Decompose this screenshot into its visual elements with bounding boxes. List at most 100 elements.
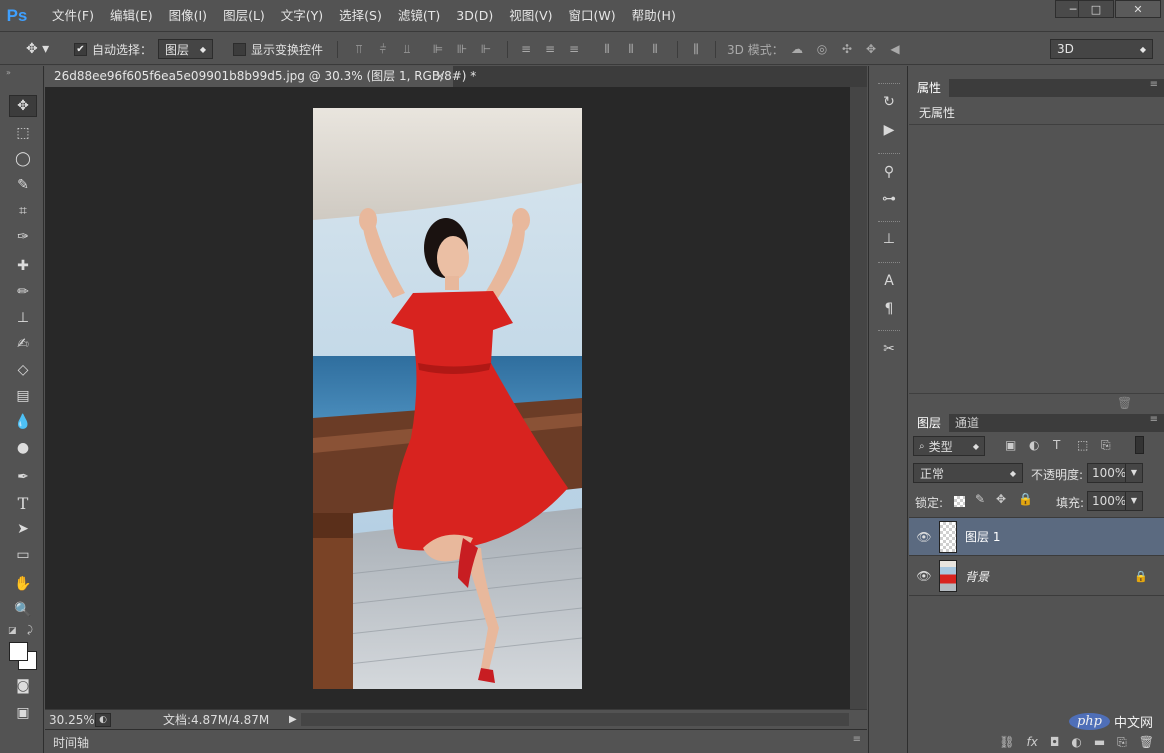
status-share-icon[interactable]: ◐ bbox=[95, 712, 111, 727]
filter-adjustment-icon[interactable]: ◐ bbox=[1029, 438, 1039, 452]
actions-play-icon[interactable]: ▶ bbox=[877, 119, 901, 141]
tab-channels[interactable]: 通道 bbox=[947, 414, 987, 432]
brush-presets-icon[interactable]: ⚲ bbox=[877, 161, 901, 183]
panel-menu-icon[interactable]: ≡ bbox=[1150, 414, 1158, 425]
distribute-vcenter-icon[interactable]: ≡ bbox=[543, 42, 557, 56]
move-tool-preset-icon[interactable]: ✥ ▾ bbox=[26, 33, 49, 65]
clone-stamp-tool-icon[interactable]: ⊥ bbox=[9, 307, 37, 329]
distribute-left-icon[interactable]: ⦀ bbox=[600, 42, 614, 56]
type-tool-icon[interactable]: T bbox=[9, 492, 37, 514]
new-layer-icon[interactable]: ⎘ bbox=[1117, 735, 1127, 750]
layer-name[interactable]: 背景 bbox=[965, 568, 989, 585]
healing-brush-tool-icon[interactable]: ✚ bbox=[9, 255, 37, 277]
auto-select-target-dropdown[interactable]: 图层 ◆ bbox=[158, 39, 213, 59]
tool-presets-icon[interactable]: ✂ bbox=[877, 338, 901, 360]
lasso-tool-icon[interactable]: ◯ bbox=[9, 148, 37, 170]
close-tab-icon[interactable]: × bbox=[435, 66, 445, 87]
quick-select-tool-icon[interactable]: ✎ bbox=[9, 174, 37, 196]
opacity-input[interactable]: 100% ▼ bbox=[1087, 463, 1143, 483]
collapse-icon[interactable]: » bbox=[6, 68, 11, 77]
layer-row-layer1[interactable]: 👁 图层 1 bbox=[909, 517, 1164, 556]
blur-tool-icon[interactable]: 💧 bbox=[9, 411, 37, 433]
filter-smart-object-icon[interactable]: ⎘ bbox=[1101, 438, 1111, 453]
foreground-color-swatch[interactable] bbox=[9, 642, 28, 661]
workspace-dropdown[interactable]: 3D ◆ bbox=[1050, 39, 1153, 59]
slide-3d-icon[interactable]: ✥ bbox=[864, 42, 878, 56]
panel-menu-icon[interactable]: ≡ bbox=[853, 734, 861, 745]
clone-source-icon[interactable]: ⊥ bbox=[877, 228, 901, 250]
menu-file[interactable]: 文件(F) bbox=[44, 0, 102, 32]
swap-colors-icon[interactable]: ⤸ bbox=[27, 625, 33, 636]
align-bottom-icon[interactable]: ⫫ bbox=[400, 42, 414, 56]
lock-transparent-icon[interactable] bbox=[954, 496, 965, 507]
menu-3d[interactable]: 3D(D) bbox=[448, 0, 501, 32]
auto-select-option[interactable]: ✔ 自动选择： bbox=[74, 33, 152, 65]
history-brush-tool-icon[interactable]: ✍ bbox=[9, 333, 37, 355]
eye-icon[interactable]: 👁 bbox=[909, 530, 939, 544]
auto-select-checkbox[interactable]: ✔ bbox=[74, 42, 87, 56]
layer-row-background[interactable]: 👁 背景 🔒 bbox=[909, 557, 1164, 596]
menu-help[interactable]: 帮助(H) bbox=[624, 0, 684, 32]
trash-icon[interactable]: 🗑 bbox=[1139, 735, 1154, 749]
rectangle-tool-icon[interactable]: ▭ bbox=[9, 544, 37, 566]
lock-position-icon[interactable]: ✥ bbox=[996, 492, 1006, 506]
move-tool-icon[interactable]: ✥ bbox=[9, 95, 37, 117]
horizontal-scrollbar[interactable] bbox=[301, 713, 849, 726]
zoom-tool-icon[interactable]: 🔍 bbox=[9, 599, 37, 621]
document-image[interactable] bbox=[313, 108, 582, 689]
show-transform-option[interactable]: 显示变换控件 bbox=[233, 33, 323, 65]
align-top-icon[interactable]: ⫪ bbox=[352, 42, 366, 56]
layer-filter-dropdown[interactable]: ⌕ 类型 ◆ bbox=[913, 436, 985, 456]
align-vcenter-icon[interactable]: ⫩ bbox=[376, 42, 390, 56]
trash-icon[interactable]: 🗑 bbox=[1117, 396, 1132, 410]
menu-filter[interactable]: 滤镜(T) bbox=[390, 0, 448, 32]
close-button[interactable]: ✕ bbox=[1115, 0, 1161, 18]
add-mask-icon[interactable]: ◘ bbox=[1050, 735, 1060, 749]
quick-mask-icon[interactable]: ◙ bbox=[9, 675, 37, 697]
strip-grip[interactable] bbox=[878, 221, 900, 224]
gradient-tool-icon[interactable]: ▤ bbox=[9, 385, 37, 407]
blend-mode-dropdown[interactable]: 正常 ◆ bbox=[913, 463, 1023, 483]
menu-image[interactable]: 图像(I) bbox=[161, 0, 215, 32]
align-right-icon[interactable]: ⊩ bbox=[479, 42, 493, 56]
paragraph-icon[interactable]: ¶ bbox=[877, 298, 901, 320]
strip-grip[interactable] bbox=[878, 330, 900, 333]
tab-properties[interactable]: 属性 bbox=[909, 79, 950, 97]
dodge-tool-icon[interactable]: ● bbox=[9, 437, 37, 459]
filter-shape-icon[interactable]: ⬚ bbox=[1077, 438, 1088, 452]
character-icon[interactable]: A bbox=[877, 270, 901, 292]
default-colors-icon[interactable]: ◪ bbox=[8, 626, 17, 636]
camera-3d-icon[interactable]: ◀ bbox=[888, 42, 902, 56]
menu-select[interactable]: 选择(S) bbox=[331, 0, 390, 32]
strip-grip[interactable] bbox=[878, 153, 900, 156]
filter-toggle-icon[interactable] bbox=[1135, 436, 1144, 454]
chevron-down-icon[interactable]: ▼ bbox=[1125, 492, 1142, 510]
link-layers-icon[interactable]: ⛓ bbox=[999, 735, 1014, 749]
distribute-top-icon[interactable]: ≡ bbox=[519, 42, 533, 56]
strip-grip[interactable] bbox=[878, 262, 900, 265]
new-adjustment-icon[interactable]: ◐ bbox=[1071, 735, 1081, 749]
menu-window[interactable]: 窗口(W) bbox=[561, 0, 624, 32]
show-transform-checkbox[interactable] bbox=[233, 42, 246, 56]
auto-align-icon[interactable]: ⫼ bbox=[689, 42, 703, 56]
distribute-right-icon[interactable]: ⦀ bbox=[648, 42, 662, 56]
layer-name[interactable]: 图层 1 bbox=[965, 528, 1000, 545]
menu-type[interactable]: 文字(Y) bbox=[273, 0, 331, 32]
timeline-tab[interactable]: 时间轴 bbox=[53, 734, 89, 751]
panel-menu-icon[interactable]: ≡ bbox=[1150, 79, 1158, 90]
path-select-tool-icon[interactable]: ➤ bbox=[9, 518, 37, 540]
align-left-icon[interactable]: ⊫ bbox=[431, 42, 445, 56]
filter-pixel-icon[interactable]: ▣ bbox=[1005, 438, 1016, 452]
screen-mode-icon[interactable]: ▣ bbox=[9, 702, 37, 724]
vertical-scrollbar[interactable] bbox=[850, 87, 867, 709]
filter-type-icon[interactable]: T bbox=[1053, 438, 1060, 452]
eye-icon[interactable]: 👁 bbox=[909, 569, 939, 583]
maximize-button[interactable]: □ bbox=[1078, 0, 1114, 18]
marquee-tool-icon[interactable]: ⬚ bbox=[9, 122, 37, 144]
history-icon[interactable]: ↻ bbox=[877, 91, 901, 113]
menu-edit[interactable]: 编辑(E) bbox=[102, 0, 161, 32]
adjustments-icon[interactable]: ⊶ bbox=[877, 188, 901, 210]
rotate-3d-icon[interactable]: ☁ bbox=[790, 42, 804, 56]
roll-3d-icon[interactable]: ◎ bbox=[815, 42, 829, 56]
strip-grip[interactable] bbox=[878, 83, 900, 86]
